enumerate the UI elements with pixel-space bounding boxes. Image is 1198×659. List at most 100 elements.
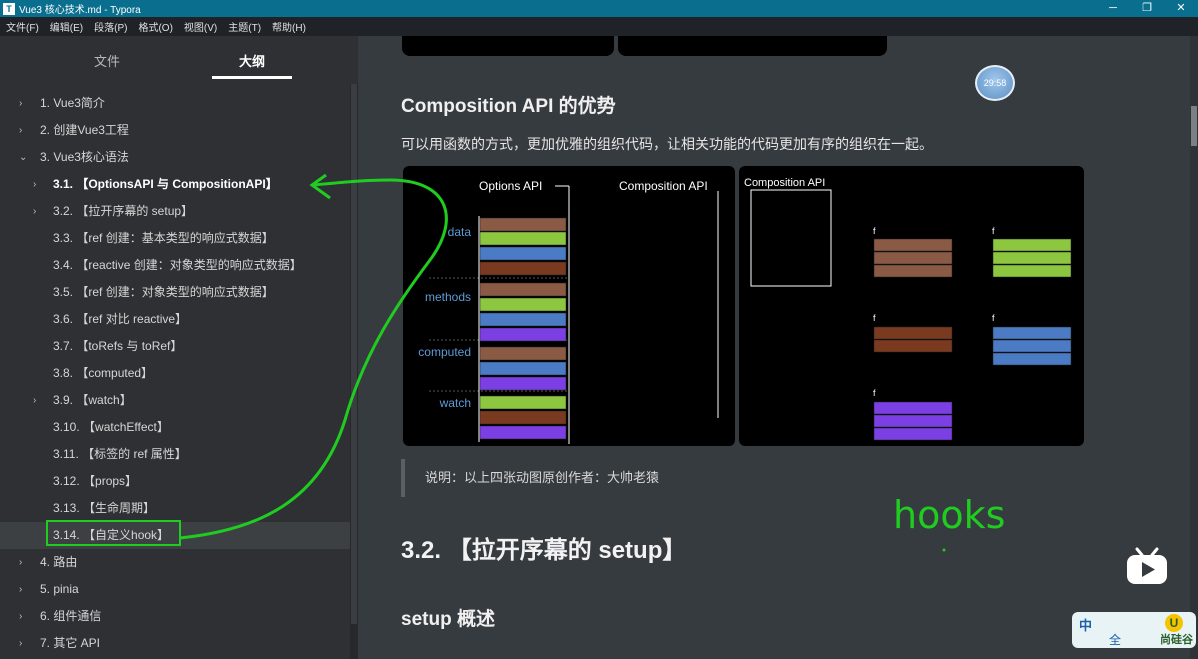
outline-item[interactable]: 3.13. 【生命周期】 [0,495,350,522]
menu-theme[interactable]: 主题(T) [228,19,261,34]
outline-item[interactable]: 3.12. 【props】 [0,468,350,495]
heading-setup: 3.2. 【拉开序幕的 setup】 [401,537,687,564]
sidebar-scrollbar-thumb[interactable] [351,84,357,624]
outline-item[interactable]: 3.5. 【ref 创建：对象类型的响应式数据】 [0,279,350,306]
outline-item[interactable]: 3.11. 【标签的 ref 属性】 [0,441,350,468]
chevron-right-icon[interactable]: › [33,387,36,414]
f-mark-5: f [873,388,876,398]
outline-item-label: 3.7. 【toRefs 与 toRef】 [53,339,183,353]
composition-api-bar [992,339,1072,353]
previous-image-bottom-left [402,36,614,56]
figure-options-vs-composition: Options API Composition API data methods… [403,166,735,446]
outline-item[interactable]: 3.6. 【ref 对比 reactive】 [0,306,350,333]
options-api-title: Options API [479,179,542,193]
outline-item[interactable]: › 1. Vue3简介 [0,90,350,117]
composition-api-bar [873,264,953,278]
outline-item[interactable]: › 3.2. 【拉开序幕的 setup】 [0,198,350,225]
composition-api-bar [873,427,953,441]
paragraph-description: 可以用函数的方式，更加优雅的组织代码，让相关功能的代码更加有序的组织在一起。 [401,136,933,152]
options-api-bar [479,395,567,410]
composition-api-bar [873,326,953,340]
typora-app-icon: T [3,2,15,15]
composition-api-bar [873,238,953,252]
outline-item[interactable]: › 4. 路由 [0,549,350,576]
outline-item[interactable]: › 6. 组件通信 [0,603,350,630]
f-mark-4: f [992,313,995,323]
menu-format[interactable]: 格式(O) [138,19,172,34]
outline-item[interactable]: 3.3. 【ref 创建：基本类型的响应式数据】 [0,225,350,252]
composition-api-box [750,189,832,287]
menu-view[interactable]: 视图(V) [184,19,217,34]
heading-setup-overview: setup 概述 [401,609,495,630]
outline-item-label: 7. 其它 API [40,636,101,650]
composition-api-bar [992,352,1072,366]
menu-edit[interactable]: 编辑(E) [50,19,83,34]
options-api-bars [478,216,567,442]
minimize-icon[interactable]: ─ [1096,0,1130,17]
outline-item[interactable]: › 2. 创建Vue3工程 [0,117,350,144]
options-api-bar [479,312,567,327]
chevron-right-icon[interactable]: › [19,603,22,630]
composition-api-bar [992,238,1072,252]
menu-paragraph[interactable]: 段落(P) [94,19,127,34]
outline-item[interactable]: › 7. 其它 API [0,630,350,657]
chevron-right-icon[interactable]: › [19,90,22,117]
outline-item[interactable]: 3.10. 【watchEffect】 [0,414,350,441]
label-data: data [448,225,472,239]
composition-api-title-left: Composition API [619,179,708,193]
outline-item[interactable]: 3.14. 【自定义hook】 [0,522,350,549]
editor-scrollbar[interactable] [1190,36,1198,659]
chevron-right-icon[interactable]: › [33,198,36,225]
chevron-down-icon[interactable]: ⌄ [19,144,27,171]
outline-item[interactable]: 3.4. 【reactive 创建：对象类型的响应式数据】 [0,252,350,279]
title-bar: T Vue3 核心技术.md - Typora ─ ❐ ✕ [0,0,1198,17]
tab-outline[interactable]: 大纲 [212,51,292,70]
outline-item-label: 3.2. 【拉开序幕的 setup】 [53,204,194,218]
ime-chinese-mode[interactable]: 中 [1079,615,1092,634]
outline-item-label: 3. Vue3核心语法 [40,150,129,164]
outline-item-label: 1. Vue3简介 [40,96,105,110]
menu-bar: 文件(F) 编辑(E) 段落(P) 格式(O) 视图(V) 主题(T) 帮助(H… [0,17,1198,36]
close-icon[interactable]: ✕ [1164,0,1198,17]
outline-item[interactable]: 3.8. 【computed】 [0,360,350,387]
figure-options-vs-composition-svg: Options API Composition API data methods… [418,179,719,444]
composition-api-bar [873,414,953,428]
outline-item[interactable]: 3.7. 【toRefs 与 toRef】 [0,333,350,360]
menu-help[interactable]: 帮助(H) [272,19,306,34]
outline-item-label: 3.3. 【ref 创建：基本类型的响应式数据】 [53,231,274,245]
composition-api-bar [873,251,953,265]
ime-fullwidth[interactable]: 全 [1109,631,1121,648]
brand-logo-icon: U [1165,614,1183,632]
outline-item[interactable]: › 3.1. 【OptionsAPI 与 CompositionAPI】 [0,171,350,198]
outline-item-label: 3.13. 【生命周期】 [53,501,156,515]
menu-file[interactable]: 文件(F) [6,19,39,34]
outline-item-label: 3.4. 【reactive 创建：对象类型的响应式数据】 [53,258,302,272]
ime-toolbar[interactable]: 中 全 U 尚硅谷 [1072,612,1196,648]
outline-item-label: 3.14. 【自定义hook】 [53,528,170,542]
options-api-bar [479,297,567,312]
editor-content[interactable]: 29:58 Composition API 的优势 可以用函数的方式，更加优雅的… [358,36,1198,659]
chevron-right-icon[interactable]: › [33,171,36,198]
outline-list: › 1. Vue3简介 › 2. 创建Vue3工程 ⌄ 3. Vue3核心语法 › 3.1. … [0,90,350,657]
composition-api-title-right: Composition API [744,177,825,189]
f-mark-3: f [873,313,876,323]
f-mark-2: f [992,226,995,236]
restore-icon[interactable]: ❐ [1130,0,1164,17]
outline-item-label: 3.9. 【watch】 [53,393,132,407]
outline-item-label: 3.12. 【props】 [53,474,138,488]
editor-scrollbar-thumb[interactable] [1191,106,1197,146]
chevron-right-icon[interactable]: › [19,576,22,603]
chevron-right-icon[interactable]: › [19,630,22,657]
sidebar-scrollbar[interactable] [350,84,358,659]
figure-composition-grouped-svg: Composition API f f f f f [744,177,1072,441]
tab-files[interactable]: 文件 [67,51,147,70]
bilibili-tv-icon[interactable] [1125,547,1169,585]
label-watch: watch [439,396,471,410]
outline-item-label: 3.11. 【标签的 ref 属性】 [53,447,187,461]
outline-item[interactable]: › 5. pinia [0,576,350,603]
chevron-right-icon[interactable]: › [19,117,22,144]
outline-item-label: 5. pinia [40,582,79,596]
outline-item[interactable]: ⌄ 3. Vue3核心语法 [0,144,350,171]
chevron-right-icon[interactable]: › [19,549,22,576]
outline-item[interactable]: › 3.9. 【watch】 [0,387,350,414]
